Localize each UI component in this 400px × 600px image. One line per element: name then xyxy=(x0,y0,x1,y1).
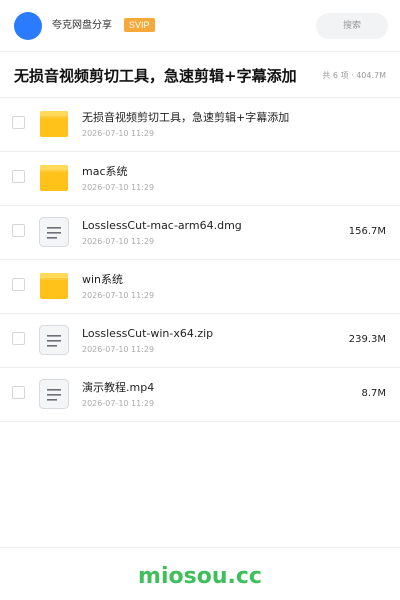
file-name: LosslessCut-mac-arm64.dmg xyxy=(82,219,242,232)
file-date: 2026-07-10 11:29 xyxy=(82,237,155,246)
file-date: 2026-07-10 11:29 xyxy=(82,183,155,192)
svip-badge: SVIP xyxy=(124,18,155,32)
file-row[interactable]: LosslessCut-win-x64.zip 2026-07-10 11:29… xyxy=(0,314,400,368)
folder-icon xyxy=(38,108,70,140)
folder-icon xyxy=(38,270,70,302)
item-summary: 共 6 项 · 404.7M xyxy=(322,71,386,80)
file-name: win系统 xyxy=(82,273,124,286)
file-name: mac系统 xyxy=(82,165,128,178)
row-checkbox[interactable] xyxy=(12,278,25,291)
file-list: 无损音视频剪切工具，急速剪辑+字幕添加 2026-07-10 11:29 mac… xyxy=(0,98,400,422)
file-date: 2026-07-10 11:29 xyxy=(82,129,155,138)
row-checkbox[interactable] xyxy=(12,116,25,129)
folder-icon xyxy=(38,162,70,194)
footer: miosou.cc xyxy=(0,547,400,600)
file-date: 2026-07-10 11:29 xyxy=(82,399,155,408)
file-row[interactable]: LosslessCut-mac-arm64.dmg 2026-07-10 11:… xyxy=(0,206,400,260)
row-checkbox[interactable] xyxy=(12,332,25,345)
search-button[interactable]: 搜索 xyxy=(316,13,388,39)
file-row[interactable]: 演示教程.mp4 2026-07-10 11:29 8.7M xyxy=(0,368,400,422)
site-name: 夸克网盘分享 xyxy=(52,20,112,31)
file-name: 演示教程.mp4 xyxy=(82,381,155,394)
file-icon xyxy=(38,378,70,410)
top-bar: 夸克网盘分享 SVIP 搜索 xyxy=(0,0,400,52)
file-icon xyxy=(38,324,70,356)
brand-logo-text[interactable]: miosou.cc xyxy=(0,564,400,590)
file-row[interactable]: 无损音视频剪切工具，急速剪辑+字幕添加 2026-07-10 11:29 xyxy=(0,98,400,152)
page-title: 无损音视频剪切工具，急速剪辑+字幕添加 xyxy=(14,67,297,85)
file-name: 无损音视频剪切工具，急速剪辑+字幕添加 xyxy=(82,111,290,124)
file-date: 2026-07-10 11:29 xyxy=(82,345,155,354)
file-row[interactable]: mac系统 2026-07-10 11:29 xyxy=(0,152,400,206)
file-size: 156.7M xyxy=(348,226,386,237)
file-icon xyxy=(38,216,70,248)
avatar[interactable] xyxy=(14,12,42,40)
row-checkbox[interactable] xyxy=(12,224,25,237)
row-checkbox[interactable] xyxy=(12,170,25,183)
file-size: 239.3M xyxy=(348,334,386,345)
file-size: 8.7M xyxy=(361,388,386,399)
row-checkbox[interactable] xyxy=(12,386,25,399)
file-name: LosslessCut-win-x64.zip xyxy=(82,327,214,340)
share-title-bar: 无损音视频剪切工具，急速剪辑+字幕添加 共 6 项 · 404.7M xyxy=(0,52,400,98)
file-row[interactable]: win系统 2026-07-10 11:29 xyxy=(0,260,400,314)
file-date: 2026-07-10 11:29 xyxy=(82,291,155,300)
